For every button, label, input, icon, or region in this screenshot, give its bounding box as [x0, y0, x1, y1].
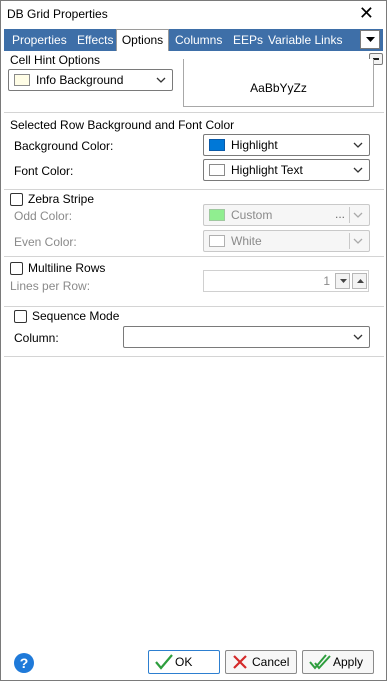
selected-row-section: Selected Row Background and Font Color B… — [4, 113, 384, 190]
background-color-value: Highlight — [231, 138, 278, 152]
color-swatch — [209, 164, 225, 176]
lines-per-row-value: 1 — [323, 274, 330, 288]
dialog-footer: ? OK Cancel Apply — [1, 641, 386, 680]
odd-color-label: Odd Color: — [14, 209, 73, 223]
even-color-label: Even Color: — [14, 235, 77, 249]
color-swatch — [209, 209, 225, 221]
ellipsis-button[interactable]: ... — [335, 207, 345, 221]
divider — [349, 233, 350, 249]
dialog-title: DB Grid Properties — [7, 7, 108, 21]
ok-label: OK — [175, 655, 193, 669]
color-swatch — [209, 235, 225, 247]
ok-button[interactable]: OK — [148, 650, 220, 674]
checkmark-icon — [155, 654, 173, 673]
color-swatch — [14, 74, 30, 86]
tab-effects[interactable]: Effects — [77, 31, 113, 51]
title-bar: DB Grid Properties ✕ — [1, 1, 386, 29]
tab-properties[interactable]: Properties — [12, 31, 67, 51]
close-icon — [232, 654, 248, 673]
odd-color-value: Custom — [231, 208, 273, 222]
zebra-stripe-checkbox[interactable] — [10, 193, 23, 206]
chevron-down-icon — [353, 238, 363, 244]
tab-options[interactable]: Options — [116, 29, 169, 51]
even-color-combo[interactable]: White — [203, 230, 370, 252]
chevron-down-icon — [156, 77, 166, 83]
close-button[interactable]: ✕ — [359, 4, 374, 22]
stepper-up-button[interactable] — [352, 273, 367, 289]
cell-hint-color-value: Info Background — [36, 73, 124, 87]
zebra-stripe-label: Zebra Stripe — [28, 192, 95, 206]
options-panel: Cell Hint Options Info Background AaBbYy… — [4, 51, 384, 641]
even-color-value: White — [231, 234, 262, 248]
multiline-rows-label: Multiline Rows — [28, 261, 106, 275]
lines-per-row-label: Lines per Row: — [10, 279, 91, 293]
hint-preview-text: AaBbYyZz — [250, 81, 307, 95]
selected-row-legend: Selected Row Background and Font Color — [10, 118, 235, 132]
cancel-button[interactable]: Cancel — [225, 650, 297, 674]
font-color-value: Highlight Text — [231, 163, 303, 177]
color-swatch — [209, 139, 225, 151]
background-color-combo[interactable]: Highlight — [203, 134, 370, 156]
lines-per-row-stepper[interactable]: 1 — [203, 270, 369, 292]
tab-overflow-button[interactable] — [360, 30, 380, 49]
sequence-mode-checkbox[interactable] — [14, 310, 27, 323]
background-color-label: Background Color: — [14, 139, 114, 153]
triangle-up-icon — [357, 279, 364, 283]
help-icon[interactable]: ? — [14, 653, 34, 673]
odd-color-combo[interactable]: Custom ... — [203, 204, 370, 226]
multiline-rows-checkbox[interactable] — [10, 262, 23, 275]
sequence-mode-label: Sequence Mode — [32, 309, 120, 323]
hint-preview: AaBbYyZz — [183, 59, 374, 107]
cell-hint-section: Cell Hint Options Info Background AaBbYy… — [4, 51, 384, 113]
font-color-label: Font Color: — [14, 164, 74, 178]
cell-hint-color-combo[interactable]: Info Background — [8, 69, 173, 91]
chevron-down-icon — [353, 334, 363, 340]
triangle-down-icon — [366, 37, 375, 42]
tab-columns[interactable]: Columns — [175, 31, 222, 51]
apply-label: Apply — [333, 655, 364, 669]
font-color-combo[interactable]: Highlight Text — [203, 159, 370, 181]
cell-hint-legend: Cell Hint Options — [10, 53, 101, 67]
tab-variable-links[interactable]: Variable Links — [268, 31, 342, 51]
chevron-down-icon — [353, 142, 363, 148]
tab-bar: Properties Effects Options Columns EEPs … — [4, 29, 383, 51]
column-combo[interactable] — [123, 326, 370, 348]
dialog-window: DB Grid Properties ✕ Properties Effects … — [0, 0, 387, 681]
triangle-down-icon — [340, 279, 347, 283]
stepper-down-button[interactable] — [335, 273, 350, 289]
zebra-section: Zebra Stripe Odd Color: Custom ... Even … — [4, 190, 384, 257]
apply-button[interactable]: Apply — [302, 650, 374, 674]
chevron-down-icon — [353, 212, 363, 218]
double-checkmark-icon — [309, 654, 331, 673]
cancel-label: Cancel — [252, 655, 290, 669]
chevron-down-icon — [353, 167, 363, 173]
tab-eeps[interactable]: EEPs — [233, 31, 263, 51]
sequence-section: Sequence Mode Column: — [4, 307, 384, 357]
divider — [349, 207, 350, 223]
column-label: Column: — [14, 331, 59, 345]
